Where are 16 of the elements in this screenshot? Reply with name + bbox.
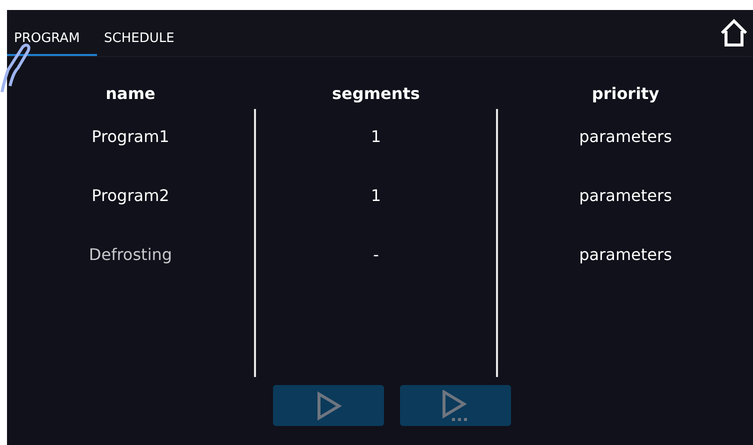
program-name[interactable]: Defrosting bbox=[88, 245, 172, 264]
column-header: name bbox=[106, 84, 156, 103]
parameters-link[interactable]: parameters bbox=[579, 245, 672, 264]
parameters-link[interactable]: parameters bbox=[579, 127, 672, 146]
tab[interactable]: SCHEDULE bbox=[97, 10, 180, 56]
parameters-link[interactable]: parameters bbox=[579, 186, 672, 205]
tab[interactable]: PROGRAM bbox=[7, 10, 97, 56]
play-icon bbox=[314, 390, 342, 420]
segment-count: 1 bbox=[370, 127, 382, 146]
program-name[interactable]: Program2 bbox=[92, 186, 170, 205]
column-header: segments bbox=[332, 84, 420, 103]
program-name[interactable]: Program1 bbox=[92, 127, 170, 146]
segment-count: - bbox=[373, 245, 379, 264]
column-header: priority bbox=[592, 84, 660, 103]
segment-count: 1 bbox=[370, 186, 382, 205]
home-icon bbox=[719, 18, 749, 48]
